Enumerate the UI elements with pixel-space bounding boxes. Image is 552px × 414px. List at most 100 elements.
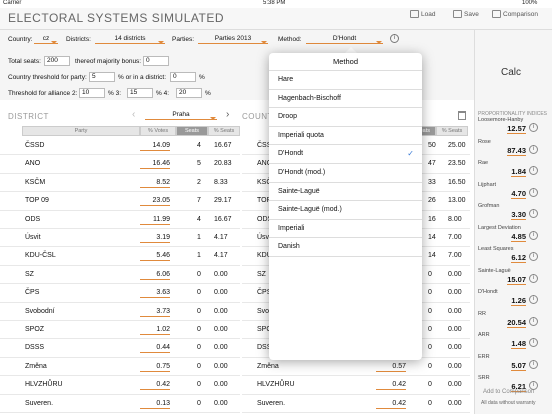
carrier-label: Carrier <box>3 0 22 6</box>
pseats-value: 0.00 <box>448 362 462 370</box>
table-row[interactable]: Změna 0.75 0 0.00 <box>0 358 240 375</box>
votes-input[interactable]: 11.99 <box>140 214 170 225</box>
party-name: SPOZ <box>25 326 45 333</box>
col-votes[interactable]: % Votes <box>140 126 176 136</box>
table-row[interactable]: Svobodní 3.73 0 0.00 <box>0 303 240 320</box>
col-party[interactable]: Party <box>22 126 140 136</box>
table-row[interactable]: SPOZ 1.02 0 0.00 <box>0 321 240 338</box>
alliance3-input[interactable]: 15 <box>127 88 153 98</box>
method-label: Method: <box>278 36 302 43</box>
table-row[interactable]: Úsvit 3.19 1 4.17 <box>0 229 240 246</box>
or-district-label: % or in a district: <box>118 74 167 81</box>
comparison-button[interactable]: Comparison <box>492 10 538 18</box>
info-icon[interactable]: i <box>529 359 538 369</box>
votes-value: 0.42 <box>376 379 406 391</box>
pseats-value: 0.00 <box>214 270 228 278</box>
method-option[interactable]: Imperiali quota <box>269 125 422 144</box>
info-icon[interactable]: i <box>529 166 538 175</box>
table-row[interactable]: Změna 0.57 0 0.00 <box>242 358 470 375</box>
load-button[interactable]: Load <box>410 10 435 18</box>
index-item: ERR 5.07 i <box>478 354 542 376</box>
threshold-input[interactable]: 5 <box>89 72 115 82</box>
district-threshold-input[interactable]: 0 <box>170 72 196 82</box>
table-row[interactable]: Suveren. 0.13 0 0.00 <box>0 395 240 412</box>
country-col-pseats[interactable]: % Seats <box>436 126 468 136</box>
index-name: D'Hondt <box>478 289 498 295</box>
info-icon[interactable]: i <box>529 209 538 218</box>
save-button[interactable]: Save <box>453 10 479 18</box>
votes-input[interactable]: 16.46 <box>140 158 170 170</box>
district-dropdown[interactable]: Praha <box>145 111 217 120</box>
districts-dropdown[interactable]: 14 districts <box>95 35 165 44</box>
alliance4-input[interactable]: 20 <box>176 88 202 98</box>
votes-input[interactable]: 0.42 <box>140 379 170 391</box>
info-icon[interactable]: i <box>529 273 538 283</box>
method-option[interactable]: D'Hondt (mod.) <box>269 163 422 181</box>
info-icon[interactable]: i <box>529 316 538 326</box>
table-row[interactable]: ČPS 3.63 0 0.00 <box>0 284 240 301</box>
info-icon[interactable]: i <box>529 144 538 154</box>
method-option[interactable]: Hagenbach-Bischoff <box>269 88 422 107</box>
votes-input[interactable]: 3.19 <box>140 232 170 243</box>
seats-value: 0 <box>197 381 201 389</box>
votes-input[interactable]: 14.09 <box>140 140 170 151</box>
info-icon[interactable]: i <box>529 295 538 304</box>
info-icon[interactable]: i <box>390 34 399 43</box>
table-row[interactable]: ODS 11.99 4 16.67 <box>0 211 240 228</box>
pseats-value: 20.83 <box>214 160 232 168</box>
pseats-value: 0.00 <box>448 307 462 315</box>
votes-input[interactable]: 6.06 <box>140 269 170 280</box>
votes-input[interactable]: 0.13 <box>140 398 170 409</box>
votes-input[interactable]: 0.44 <box>140 342 170 354</box>
col-seats[interactable]: Seats <box>176 126 208 136</box>
table-row[interactable]: ČSSD 14.09 4 16.67 <box>0 137 240 154</box>
votes-input[interactable]: 1.02 <box>140 324 170 335</box>
method-dropdown[interactable]: D'Hondt <box>306 35 383 44</box>
pseats-value: 7.00 <box>448 234 462 241</box>
votes-input[interactable]: 3.73 <box>140 306 170 317</box>
table-row[interactable]: KDU-ČSL 5.46 1 4.17 <box>0 247 240 264</box>
table-row[interactable]: DSSS 0.44 0 0.00 <box>0 339 240 356</box>
bonus-input[interactable]: 0 <box>143 56 169 66</box>
method-option[interactable]: D'Hondt ✓ <box>269 144 422 162</box>
method-option[interactable]: Imperiali <box>269 218 422 237</box>
table-row[interactable]: HLVZHŮRU 0.42 0 0.00 <box>0 376 240 393</box>
total-seats-input[interactable]: 200 <box>44 56 70 66</box>
info-icon[interactable]: i <box>529 230 538 240</box>
table-row[interactable]: ANO 16.46 5 20.83 <box>0 155 240 172</box>
table-row[interactable]: HLVZHŮRU 0.42 0 0.00 <box>242 376 470 393</box>
next-district-icon[interactable]: › <box>226 109 229 120</box>
country-dropdown[interactable]: cz <box>34 35 58 44</box>
add-to-comparison-button[interactable]: Add to Comparison <box>483 389 534 395</box>
prev-district-icon[interactable]: ‹ <box>132 109 135 120</box>
trash-icon[interactable] <box>458 111 466 120</box>
table-row[interactable]: Suveren. 0.42 0 0.00 <box>242 395 470 412</box>
parties-dropdown[interactable]: Parties 2013 <box>198 35 268 44</box>
col-pseats[interactable]: % Seats <box>208 126 240 136</box>
votes-input[interactable]: 23.05 <box>140 195 170 207</box>
info-icon[interactable]: i <box>529 123 538 132</box>
method-option[interactable]: Sainte-Laguë <box>269 181 422 200</box>
party-name: Suveren. <box>257 399 286 407</box>
seats-value: 4 <box>197 215 201 223</box>
pseats-value: 29.17 <box>214 197 232 205</box>
alliance2-input[interactable]: 10 <box>79 88 105 98</box>
info-icon[interactable]: i <box>529 338 538 347</box>
method-popover: Method Hare Hagenbach-Bischoff Droop Imperi… <box>269 53 422 360</box>
votes-input[interactable]: 8.52 <box>140 177 170 188</box>
info-icon[interactable]: i <box>529 252 538 261</box>
method-option[interactable]: Danish <box>269 237 422 255</box>
pseats-value: 16.67 <box>214 215 232 223</box>
table-row[interactable]: SZ 6.06 0 0.00 <box>0 266 240 283</box>
votes-input[interactable]: 5.46 <box>140 250 170 262</box>
method-option[interactable]: Sainte-Laguë (mod.) <box>269 200 422 218</box>
info-icon[interactable]: i <box>529 187 538 197</box>
pseats-value: 0.00 <box>214 307 228 315</box>
table-row[interactable]: TOP 09 23.05 7 29.17 <box>0 192 240 209</box>
votes-input[interactable]: 3.63 <box>140 287 170 299</box>
pseats-value: 0.00 <box>448 326 462 333</box>
method-option[interactable]: Droop <box>269 107 422 125</box>
method-option[interactable]: Hare <box>269 70 422 88</box>
table-row[interactable]: KSČM 8.52 2 8.33 <box>0 174 240 191</box>
votes-input[interactable]: 0.75 <box>140 361 170 372</box>
